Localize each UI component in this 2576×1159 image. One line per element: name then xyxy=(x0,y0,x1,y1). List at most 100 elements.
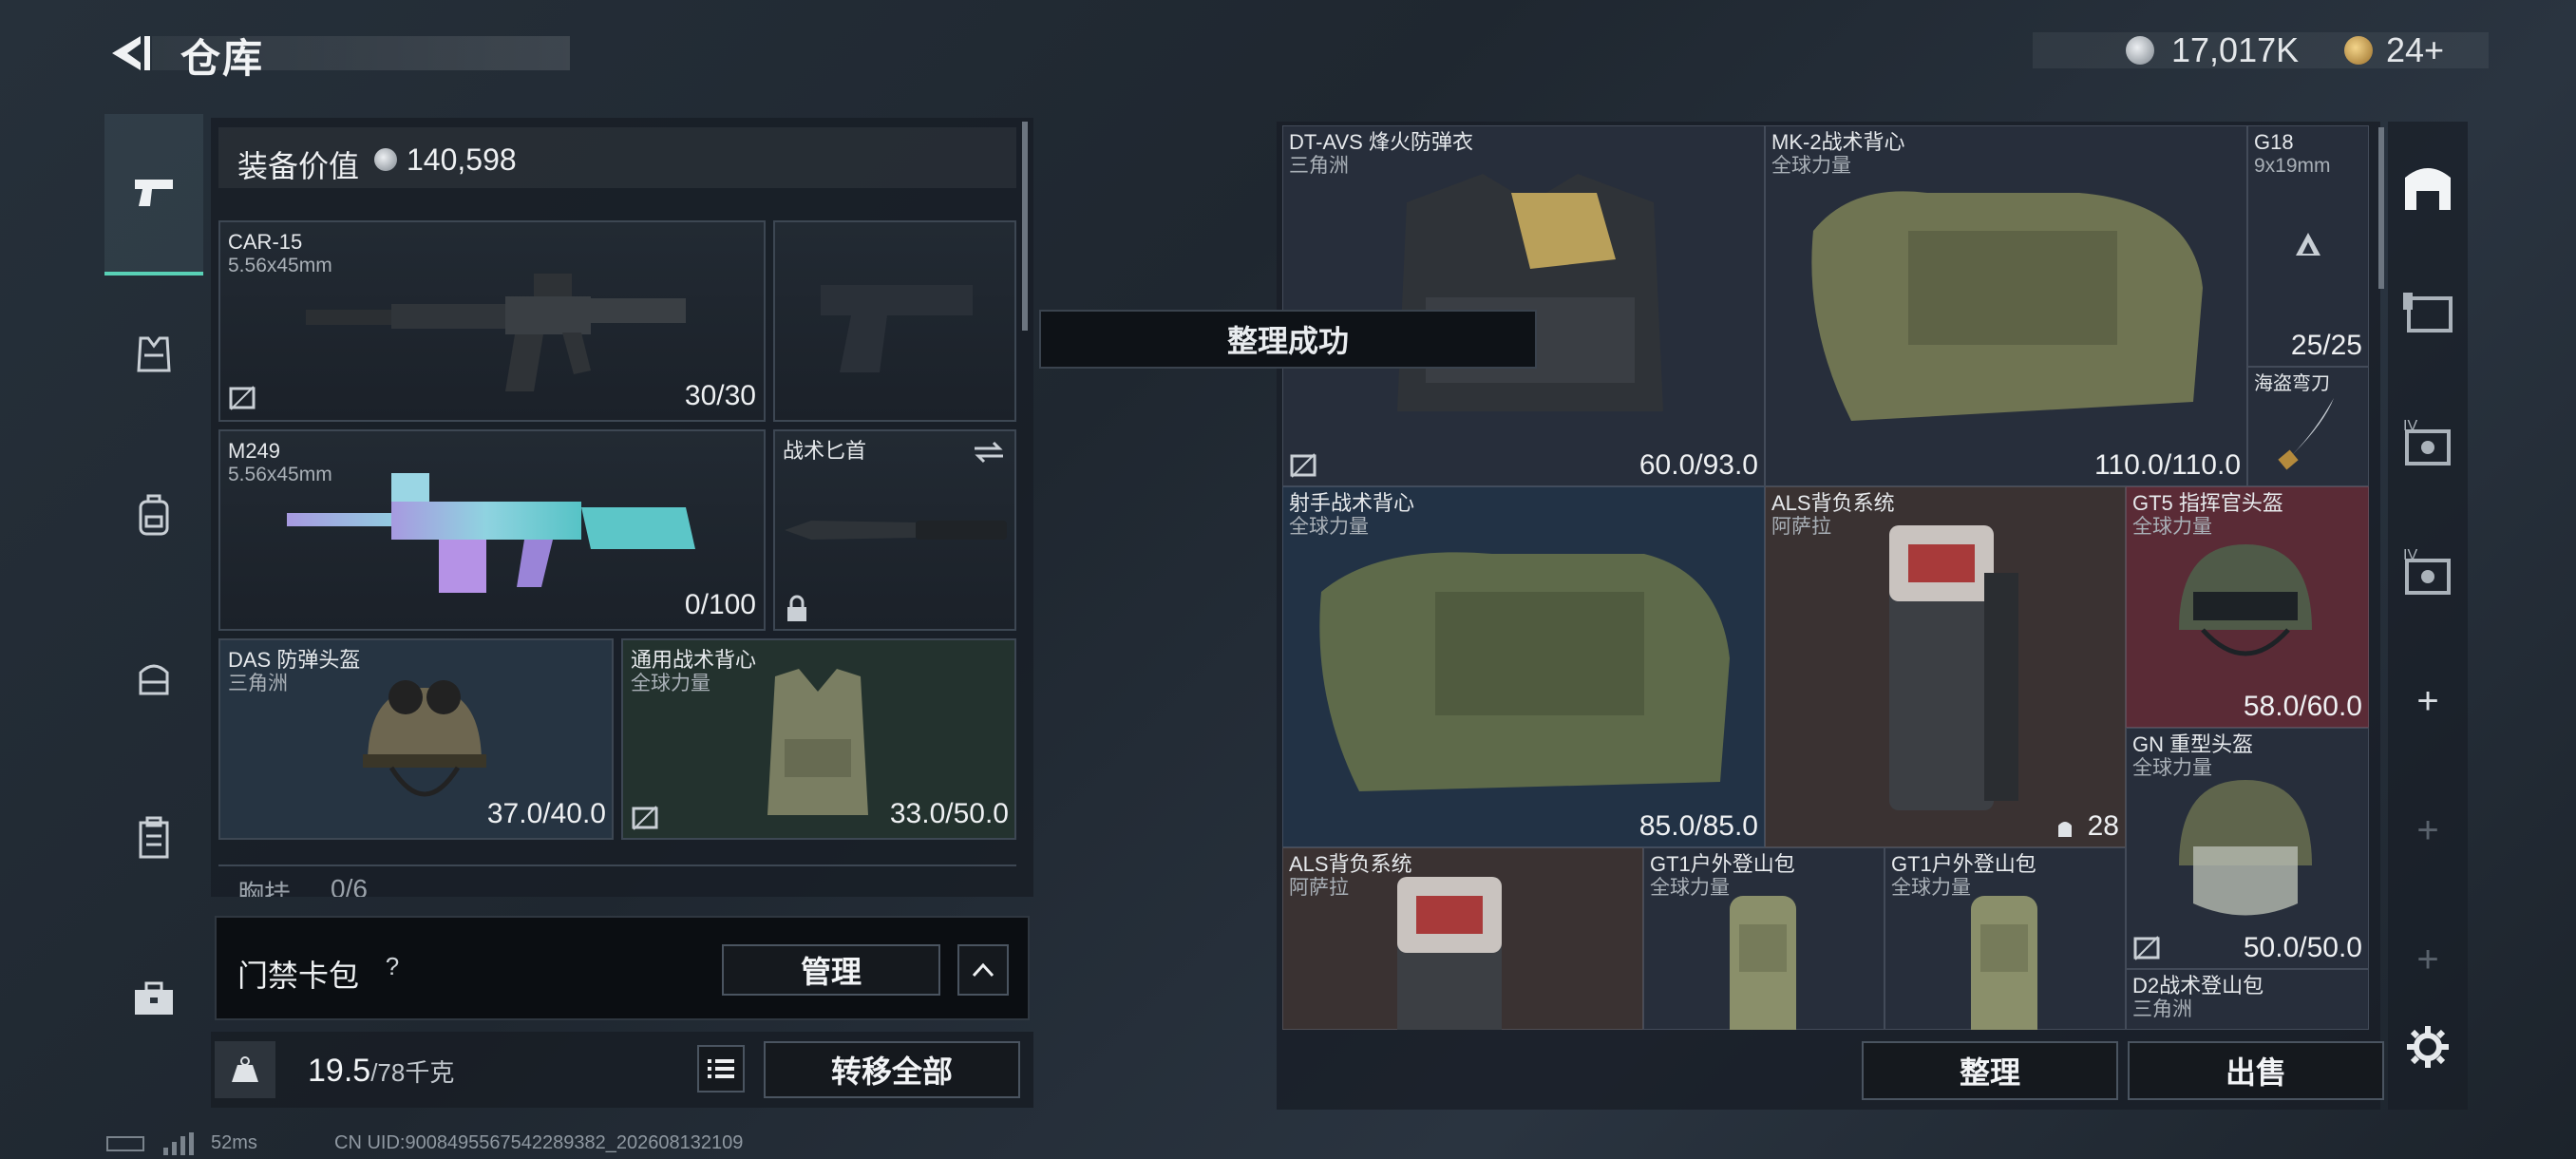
storage-scrollbar[interactable] xyxy=(2378,127,2384,289)
storage-item[interactable]: GT5 指挥官头盔 全球力量 58.0/60.0 xyxy=(2126,486,2369,728)
item-name: GT5 指挥官头盔 xyxy=(2132,491,2283,515)
item-origin: 三角洲 xyxy=(1289,155,1349,177)
item-name: DT-AVS 烽火防弹衣 xyxy=(1289,130,1473,154)
knife-image xyxy=(785,521,1007,540)
pistol-slot[interactable] xyxy=(773,220,1016,422)
storage-item[interactable]: MK-2战术背心 全球力量 110.0/110.0 xyxy=(1765,125,2247,486)
clipboard-icon xyxy=(139,816,169,859)
primary-weapon-slot[interactable]: CAR-15 5.56x45mm 30/30 xyxy=(218,220,766,422)
panel-scrollbar[interactable] xyxy=(1022,122,1028,331)
nav-weapons[interactable] xyxy=(104,114,203,276)
weight-icon xyxy=(232,1056,258,1082)
transfer-all-button[interactable]: 转移全部 xyxy=(764,1041,1020,1098)
hiking-backpack-image xyxy=(1730,896,1796,1030)
storage-item[interactable]: G18 9x19mm 25/25 xyxy=(2247,125,2369,367)
storage-box-icon xyxy=(2403,293,2453,332)
primary-weapon-count: 30/30 xyxy=(684,380,756,411)
storage-item[interactable]: ALS背负系统 阿萨拉 xyxy=(1282,847,1643,1030)
battery-icon xyxy=(106,1136,144,1151)
list-view-button[interactable] xyxy=(697,1045,745,1092)
sell-button[interactable]: 出售 xyxy=(2128,1041,2384,1100)
ticket-count[interactable]: 24+ xyxy=(2386,30,2444,70)
add-storage-button[interactable]: + xyxy=(2409,809,2447,852)
keycard-manage-button[interactable]: 管理 xyxy=(722,944,940,996)
melee-slot[interactable]: 战术匕首 xyxy=(773,429,1016,631)
item-name: GN 重型头盔 xyxy=(2132,732,2254,756)
chest-rig-count: 0/6 xyxy=(331,874,368,897)
sort-button[interactable]: 整理 xyxy=(1862,1041,2118,1100)
machine-gun-image xyxy=(287,473,695,593)
storage-item[interactable]: ALS背负系统 阿萨拉 28 xyxy=(1765,486,2126,847)
weight-value: 19.5/78千克 xyxy=(308,1053,454,1090)
storage-item[interactable]: GT1户外登山包 全球力量 xyxy=(1643,847,1885,1030)
tier-label: IV xyxy=(2403,418,2418,434)
nav-bag[interactable] xyxy=(104,627,203,726)
storage-tab-3[interactable]: IV xyxy=(2399,418,2456,475)
coin-icon-small xyxy=(374,148,397,171)
item-origin: 全球力量 xyxy=(1891,877,1971,899)
chest-rig-row[interactable]: 胸挂 0/6 xyxy=(218,864,1016,897)
helmet-slot[interactable]: DAS 防弹头盔 三角洲 37.0/40.0 xyxy=(218,638,614,840)
item-origin: 全球力量 xyxy=(1650,877,1730,899)
helmet-image xyxy=(2179,544,2312,656)
bag-capacity-icon xyxy=(2058,822,2072,837)
nav-backpack[interactable] xyxy=(104,466,203,564)
storage-tab-2[interactable] xyxy=(2399,285,2456,342)
vest-origin: 全球力量 xyxy=(631,673,710,694)
toast-message: 整理成功 xyxy=(1039,310,1537,369)
storage-item[interactable]: 射手战术背心 全球力量 85.0/85.0 xyxy=(1282,486,1765,847)
tier-label: IV xyxy=(2403,547,2418,563)
storage-item[interactable]: 海盗弯刀 xyxy=(2247,367,2369,486)
add-storage-button[interactable]: + xyxy=(2409,939,2447,981)
item-value: 25/25 xyxy=(2290,330,2362,361)
no-insurance-icon xyxy=(632,806,658,830)
secondary-weapon-count: 0/100 xyxy=(684,589,756,620)
keycard-help-icon[interactable]: ? xyxy=(378,952,407,980)
storage-tab-main[interactable] xyxy=(2392,152,2464,224)
bag-icon xyxy=(139,664,169,695)
coin-icon xyxy=(2126,36,2154,65)
backpack-icon xyxy=(139,494,169,536)
equipment-value-amount: 140,598 xyxy=(407,142,517,177)
item-name: GT1户外登山包 xyxy=(1650,852,1795,876)
item-name: ALS背负系统 xyxy=(1771,491,1895,515)
helmet-image xyxy=(363,680,486,797)
back-button[interactable] xyxy=(103,27,156,80)
item-value: 110.0/110.0 xyxy=(2093,449,2241,481)
keycard-expand-button[interactable] xyxy=(957,944,1009,996)
settings-button[interactable] xyxy=(2405,1024,2451,1070)
heavy-helmet-image xyxy=(2179,780,2312,916)
storage-tab-4[interactable]: IV xyxy=(2399,547,2456,604)
item-value: 28 xyxy=(2087,810,2119,842)
nav-toolbox[interactable] xyxy=(104,950,203,1049)
lock-icon xyxy=(787,595,806,621)
storage-item[interactable]: D2战术登山包 三角洲 xyxy=(2126,969,2369,1030)
ping-text: 52ms xyxy=(211,1132,257,1153)
storage-item[interactable]: GT1户外登山包 全球力量 xyxy=(1885,847,2126,1030)
chevron-up-icon xyxy=(972,962,994,978)
storage-grid: DT-AVS 烽火防弹衣 三角洲 60.0/93.0 MK-2战术背心 全球力量… xyxy=(1282,125,2369,1030)
hiking-backpack-image xyxy=(1971,896,2037,1030)
weight-current: 19.5 xyxy=(308,1053,371,1089)
storage-item[interactable]: GN 重型头盔 全球力量 50.0/50.0 xyxy=(2126,728,2369,969)
back-arrow-icon xyxy=(112,36,150,70)
no-insurance-icon xyxy=(229,386,256,410)
item-value: 58.0/60.0 xyxy=(2243,691,2362,722)
item-origin: 阿萨拉 xyxy=(1771,516,1831,538)
add-storage-button[interactable]: + xyxy=(2409,680,2447,723)
chest-rig-label: 胸挂 xyxy=(237,880,292,897)
nav-armor[interactable] xyxy=(104,304,203,403)
left-nav xyxy=(104,114,203,1083)
helmet-durability: 37.0/40.0 xyxy=(486,798,606,829)
keycard-label: 门禁卡包 xyxy=(237,959,360,993)
item-origin: 9x19mm xyxy=(2254,155,2331,177)
storage-item[interactable]: DT-AVS 烽火防弹衣 三角洲 60.0/93.0 xyxy=(1282,125,1765,486)
vest-image xyxy=(1811,191,2203,421)
swap-icon[interactable] xyxy=(973,441,1005,464)
item-name: MK-2战术背心 xyxy=(1771,130,1905,154)
vest-slot[interactable]: 通用战术背心 全球力量 33.0/50.0 xyxy=(621,638,1016,840)
secondary-weapon-slot[interactable]: M249 5.56x45mm 0/100 xyxy=(218,429,766,631)
nav-clipboard[interactable] xyxy=(104,788,203,887)
vest-durability: 33.0/50.0 xyxy=(889,798,1009,829)
item-name: G18 xyxy=(2254,130,2294,154)
